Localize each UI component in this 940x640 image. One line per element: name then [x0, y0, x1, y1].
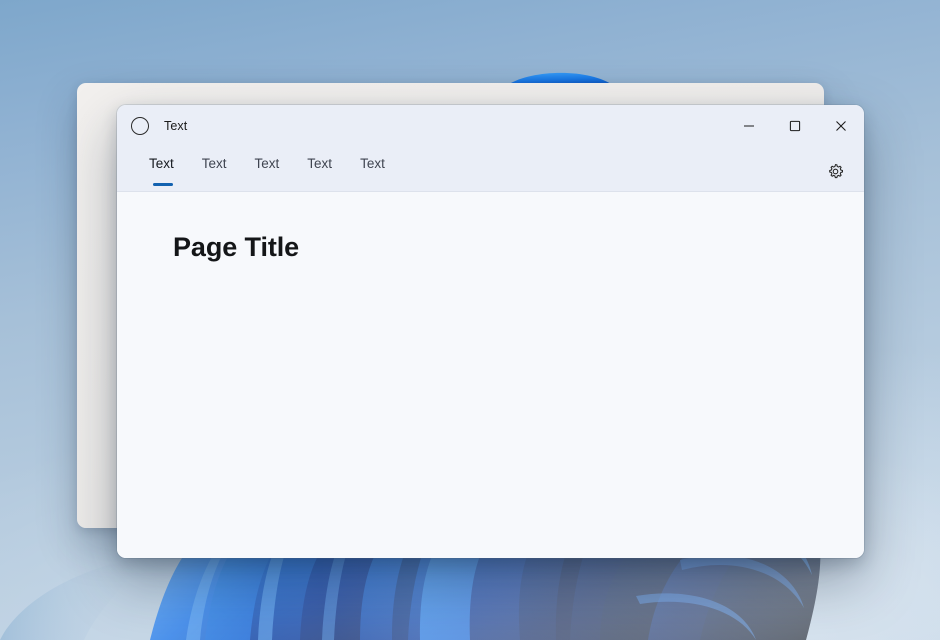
minimize-button[interactable]: [726, 105, 772, 147]
window-title: Text: [164, 119, 187, 133]
title-bar[interactable]: Text: [117, 105, 864, 147]
settings-button[interactable]: [820, 156, 850, 186]
maximize-button[interactable]: [772, 105, 818, 147]
application-window: Text: [117, 105, 864, 558]
tab-3[interactable]: Text: [241, 154, 294, 188]
maximize-icon: [789, 120, 801, 132]
tab-1[interactable]: Text: [139, 154, 188, 188]
desktop: Text: [0, 0, 940, 640]
tab-2[interactable]: Text: [188, 154, 241, 188]
circle-icon: [131, 117, 149, 135]
close-button[interactable]: [818, 105, 864, 147]
close-icon: [835, 120, 847, 132]
caption-buttons: [726, 105, 864, 147]
tab-label: Text: [202, 156, 227, 188]
page-title: Page Title: [173, 232, 864, 263]
gear-icon: [827, 163, 844, 180]
tab-label: Text: [255, 156, 280, 188]
tab-active-indicator: [153, 183, 173, 186]
minimize-icon: [743, 120, 755, 132]
tab-strip: Text Text Text Text Text: [117, 147, 864, 192]
tab-4[interactable]: Text: [293, 154, 346, 188]
content-area: Page Title: [117, 192, 864, 558]
tab-label: Text: [307, 156, 332, 188]
tab-5[interactable]: Text: [346, 154, 399, 188]
tab-label: Text: [360, 156, 385, 188]
